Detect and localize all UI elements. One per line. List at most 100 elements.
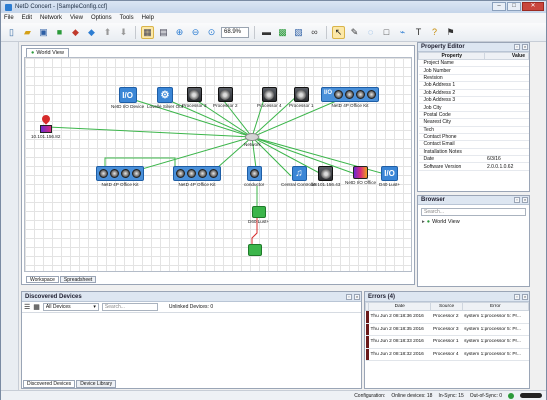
arrow-down-icon[interactable]: ⬇	[117, 26, 130, 39]
error-row[interactable]: Thu Jun 2 08:18:32 2016 Processor 4 system…	[365, 348, 529, 361]
new-file-icon[interactable]: ▯	[5, 26, 18, 39]
device-node[interactable]: NetD I/O Office	[345, 166, 376, 185]
zoom-fit-icon[interactable]: ⊙	[205, 26, 218, 39]
device-node[interactable]: I/O NetD I/O Device	[111, 87, 144, 109]
menu-file[interactable]: File	[4, 15, 14, 21]
device-node[interactable]: 10.101.156.82	[31, 113, 60, 139]
menu-help[interactable]: Help	[142, 15, 154, 21]
property-value[interactable]	[484, 133, 529, 142]
tab-world-view[interactable]: ● World View	[26, 48, 69, 57]
property-value[interactable]	[484, 74, 529, 83]
grid-view-icon[interactable]: ▦	[33, 303, 40, 311]
lasso-icon[interactable]: ◌	[364, 26, 377, 39]
close-panel-button[interactable]: ×	[354, 294, 360, 300]
zoom-select[interactable]: 68.9%	[221, 26, 249, 38]
pen-icon[interactable]: ✎	[348, 26, 361, 39]
list-view-icon[interactable]: ☰	[24, 303, 30, 311]
binoculars-icon[interactable]: ∞	[308, 26, 321, 39]
property-value[interactable]	[484, 81, 529, 90]
tool-red-icon[interactable]: ◆	[69, 26, 82, 39]
device-node[interactable]: NetD 4P Office Kit	[173, 166, 221, 187]
error-row[interactable]: Thu Jun 2 08:18:35 2016 Processor 3 system…	[365, 323, 529, 336]
property-value[interactable]	[484, 96, 529, 105]
tab-discovered-devices[interactable]: Discovered Devices	[23, 380, 76, 388]
tree-item-world-view[interactable]: ▸ ● World View	[418, 219, 529, 225]
property-row[interactable]: Job Number	[418, 66, 529, 75]
close-panel-button[interactable]: ×	[522, 294, 528, 300]
float-panel-button[interactable]: ▫	[514, 294, 520, 300]
property-row[interactable]: Job Address 2	[418, 89, 529, 97]
property-value[interactable]: 2.0.0.1.0.62	[484, 162, 529, 171]
maximize-button[interactable]: □	[507, 2, 521, 11]
zoom-out-icon[interactable]: ⊖	[189, 26, 202, 39]
device-node[interactable]: I/O NetD 4P Office Kit	[321, 87, 380, 108]
pointer-icon[interactable]: ↖	[332, 25, 345, 39]
network-hub[interactable]: Network	[244, 133, 261, 147]
help-icon[interactable]: ?	[428, 26, 441, 39]
property-value[interactable]	[484, 148, 529, 157]
property-row[interactable]: Tech	[418, 126, 529, 134]
browser-search-input[interactable]: Search...	[421, 208, 526, 216]
property-row[interactable]: Installation Notes	[418, 148, 529, 157]
menu-options[interactable]: Options	[91, 15, 112, 21]
open-file-icon[interactable]: ▰	[21, 26, 34, 39]
device-node[interactable]: ⚙ Lovelle Silver Out	[147, 87, 183, 109]
property-value[interactable]	[484, 66, 529, 75]
grid-icon[interactable]: ▦	[141, 25, 154, 39]
property-value[interactable]	[484, 118, 529, 127]
layout-icon[interactable]: ▤	[157, 26, 170, 39]
device-icon[interactable]: ▬	[260, 26, 273, 39]
property-row[interactable]: Software Version 2.0.0.1.0.62	[418, 162, 529, 171]
device-node[interactable]: D60 Lust+	[248, 206, 269, 224]
float-panel-button[interactable]: ▫	[514, 44, 520, 50]
save-icon[interactable]: ▣	[37, 26, 50, 39]
device-node[interactable]: I/O D40 Lust+	[379, 166, 400, 187]
device-node[interactable]: 10.101.156.43	[311, 166, 340, 187]
float-panel-button[interactable]: ▫	[514, 197, 520, 203]
property-row[interactable]: Job Address 3	[418, 96, 529, 105]
error-row[interactable]: Thu Jun 2 08:18:33 2016 Processor 1 system…	[365, 335, 529, 349]
device-node[interactable]: Processor 4	[257, 87, 282, 108]
property-row[interactable]: Job City	[418, 103, 529, 112]
property-row[interactable]: Contact Phone	[418, 133, 529, 142]
property-value[interactable]	[484, 140, 529, 149]
discovered-search-input[interactable]: Search...	[101, 303, 158, 311]
menu-view[interactable]: View	[70, 15, 83, 21]
close-button[interactable]: ✕	[522, 2, 544, 11]
minimize-button[interactable]: –	[492, 2, 506, 11]
property-row[interactable]: Postal Code	[418, 111, 529, 120]
property-value[interactable]: 6/3/16	[484, 155, 529, 164]
network-icon[interactable]: ▩	[276, 26, 289, 39]
device-node[interactable]	[248, 244, 262, 257]
rect-icon[interactable]: □	[380, 26, 393, 39]
property-value[interactable]	[484, 126, 529, 134]
zoom-in-icon[interactable]: ⊕	[173, 26, 186, 39]
device-node[interactable]: NetD 4P Office Kit	[96, 166, 144, 187]
tab-device-library[interactable]: Device Library	[76, 380, 117, 388]
error-row[interactable]: Thu Jun 2 08:18:36 2016 Processor 2 system…	[365, 310, 529, 324]
property-row[interactable]: Date 6/3/16	[418, 155, 529, 164]
close-panel-button[interactable]: ×	[522, 44, 528, 50]
device-node[interactable]: Processor 3	[182, 87, 207, 108]
property-row[interactable]: Job Address 1	[418, 81, 529, 90]
property-row[interactable]: Revision	[418, 74, 529, 83]
device-node[interactable]: Processor 2	[213, 87, 238, 108]
property-value[interactable]	[484, 89, 529, 97]
flag-icon[interactable]: ⚑	[444, 26, 457, 39]
tool-green-icon[interactable]: ■	[53, 26, 66, 39]
expand-icon[interactable]: ▸	[422, 219, 425, 225]
snap-icon[interactable]: ▧	[292, 26, 305, 39]
float-panel-button[interactable]: ▫	[346, 294, 352, 300]
property-value[interactable]	[484, 59, 529, 68]
tab-workspace[interactable]: Workspace	[26, 276, 59, 283]
property-row[interactable]: Project Name	[418, 59, 529, 68]
device-node[interactable]: conductor	[244, 166, 264, 187]
property-value[interactable]	[484, 111, 529, 120]
tool-blue-icon[interactable]: ◆	[85, 26, 98, 39]
device-filter-select[interactable]: All Devices ▾	[42, 303, 99, 311]
property-row[interactable]: Nearest City	[418, 118, 529, 127]
close-panel-button[interactable]: ×	[522, 197, 528, 203]
text-icon[interactable]: T	[412, 26, 425, 39]
tab-spreadsheet[interactable]: Spreadsheet	[59, 276, 97, 283]
property-value[interactable]	[484, 103, 529, 112]
